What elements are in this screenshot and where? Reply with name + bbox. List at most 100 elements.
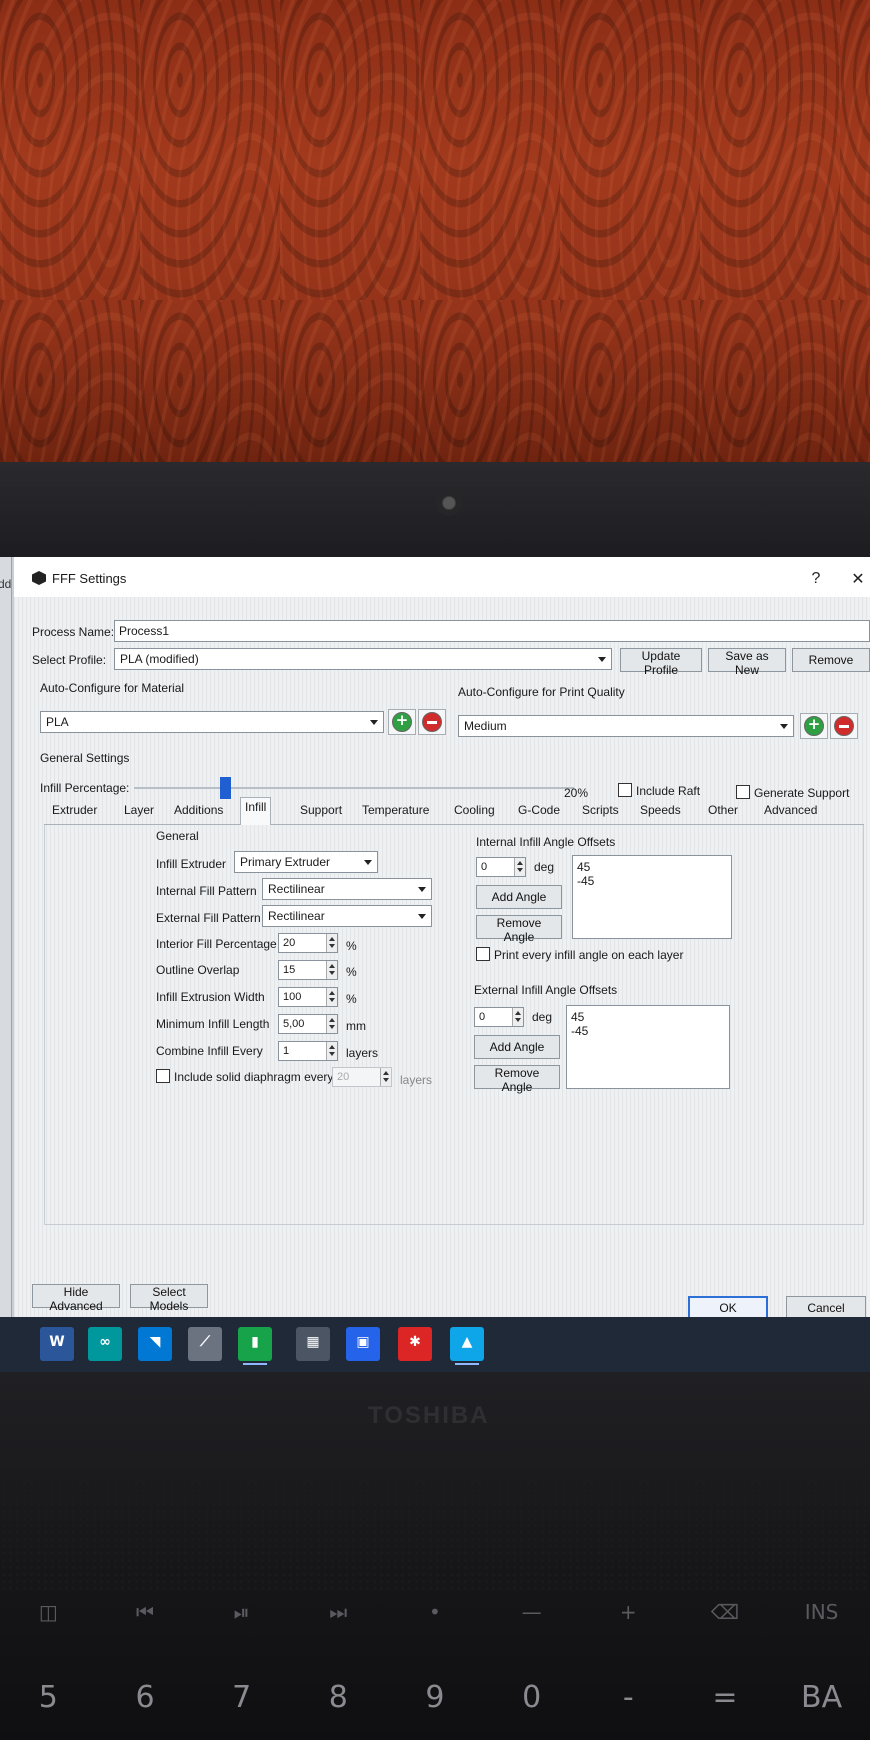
background-wall [0, 0, 870, 462]
material-dropdown[interactable]: PLA [40, 711, 384, 733]
infill-extruder-label: Infill Extruder [156, 857, 227, 871]
tab-speeds[interactable]: Speeds [636, 801, 685, 819]
list-item[interactable]: 45 [571, 1010, 725, 1024]
key: 9 [425, 1680, 445, 1715]
internal-fill-pattern-dropdown[interactable]: Rectilinear [262, 878, 432, 900]
list-item[interactable]: -45 [571, 1024, 725, 1038]
list-item[interactable]: -45 [577, 874, 727, 888]
interior-fill-percentage-spinbox[interactable]: 20 [278, 933, 338, 953]
internal-fill-pattern-selected: Rectilinear [268, 882, 325, 896]
update-profile-button[interactable]: Update Profile [620, 648, 702, 677]
internal-angle-spinbox[interactable]: 0 [476, 857, 526, 877]
remove-quality-button[interactable] [834, 716, 854, 736]
window-icon[interactable]: ▣ [346, 1327, 380, 1361]
help-button[interactable]: ? [802, 567, 830, 591]
combine-infill-every-spinbox[interactable]: 1 [278, 1041, 338, 1061]
minimum-infill-length-spinbox[interactable]: 5,00 [278, 1014, 338, 1034]
add-material-button[interactable] [392, 711, 412, 732]
spin-arrows-icon[interactable] [380, 1068, 391, 1086]
simplify3d-icon[interactable]: ▮ [238, 1327, 272, 1365]
arduino-glyph: ∞ [99, 1334, 111, 1350]
tab-support[interactable]: Support [296, 801, 346, 819]
internal-angle-list[interactable]: 45 -45 [572, 855, 732, 939]
quality-dropdown[interactable]: Medium [458, 715, 794, 737]
remove-material-button[interactable] [422, 712, 442, 732]
number-key-row: 5 6 7 8 9 0 - = BA [0, 1680, 870, 1715]
chevron-down-icon [364, 860, 372, 865]
external-angle-list[interactable]: 45 -45 [566, 1005, 730, 1089]
key: 5 [38, 1680, 58, 1715]
external-fill-pattern-dropdown[interactable]: Rectilinear [262, 905, 432, 927]
tab-advanced[interactable]: Advanced [760, 801, 821, 819]
arduino-icon[interactable]: ∞ [88, 1327, 122, 1361]
include-solid-diaphragm-checkbox[interactable] [156, 1069, 170, 1083]
spin-arrows-icon[interactable] [326, 1015, 337, 1033]
add-quality-button[interactable] [804, 715, 824, 736]
solid-diaphragm-spinbox[interactable]: 20 [332, 1067, 392, 1087]
outline-overlap-label: Outline Overlap [156, 963, 240, 977]
unit-layers: layers [400, 1073, 433, 1087]
vscode-icon[interactable]: ◥ [138, 1327, 172, 1361]
tab-additions[interactable]: Additions [170, 801, 227, 819]
spin-arrows-icon[interactable] [326, 961, 337, 979]
app-icon-8[interactable]: ✱ [398, 1327, 432, 1361]
solid-diaphragm-value: 20 [337, 1071, 350, 1083]
external-angle-spinbox[interactable]: 0 [474, 1007, 524, 1027]
spin-arrows-icon[interactable] [326, 988, 337, 1006]
tab-g-code[interactable]: G-Code [514, 801, 564, 819]
tab-temperature[interactable]: Temperature [358, 801, 433, 819]
profile-dropdown[interactable]: PLA (modified) [114, 648, 612, 670]
infill-extruder-dropdown[interactable]: Primary Extruder [234, 851, 378, 873]
general-settings-heading: General Settings [40, 751, 130, 765]
internal-add-angle-button[interactable]: Add Angle [476, 885, 562, 909]
word-glyph: W [49, 1334, 65, 1350]
calculator-icon[interactable]: ▦ [296, 1327, 330, 1361]
key: — [521, 1600, 542, 1624]
taskbar: W ∞ ◥ ⟋ ▮ ▦ ▣ ✱ ▲ [0, 1317, 870, 1372]
key: ⌫ [710, 1600, 740, 1624]
process-name-input[interactable]: Process1 [114, 620, 870, 642]
external-add-angle-button[interactable]: Add Angle [474, 1035, 560, 1059]
infill-extrusion-width-spinbox[interactable]: 100 [278, 987, 338, 1007]
internal-remove-angle-button[interactable]: Remove Angle [476, 915, 562, 944]
list-item[interactable]: 45 [577, 860, 727, 874]
key: - [622, 1680, 634, 1715]
simplify3d-glyph: ▮ [251, 1334, 259, 1350]
process-name-label: Process Name: [32, 625, 115, 639]
tab-layer[interactable]: Layer [120, 801, 158, 819]
app-logo-icon [32, 571, 46, 585]
spin-arrows-icon[interactable] [326, 1042, 337, 1060]
unit-mm: mm [346, 1019, 366, 1033]
quality-selected: Medium [464, 719, 507, 733]
laptop-brand-logo: TOSHIBA [368, 1402, 490, 1429]
hide-advanced-button[interactable]: Hide Advanced [32, 1284, 120, 1313]
outline-overlap-spinbox[interactable]: 15 [278, 960, 338, 980]
tab-cooling[interactable]: Cooling [450, 801, 499, 819]
photos-icon[interactable]: ▲ [450, 1327, 484, 1365]
spin-arrows-icon[interactable] [512, 1008, 523, 1026]
save-as-new-button[interactable]: Save as New [708, 648, 786, 677]
print-every-angle-checkbox[interactable] [476, 947, 490, 961]
remove-profile-button[interactable]: Remove [792, 648, 870, 672]
select-models-button[interactable]: Select Models [130, 1284, 208, 1313]
tab-extruder[interactable]: Extruder [48, 801, 101, 819]
include-raft-checkbox[interactable] [618, 783, 632, 797]
internal-angle-value: 0 [481, 861, 488, 873]
external-remove-angle-button[interactable]: Remove Angle [474, 1065, 560, 1094]
combine-infill-every-label: Combine Infill Every [156, 1044, 263, 1058]
material-label: Auto-Configure for Material [40, 681, 185, 695]
app-icon-4[interactable]: ⟋ [188, 1327, 222, 1361]
outline-overlap-value: 15 [283, 964, 296, 976]
tab-scripts[interactable]: Scripts [578, 801, 623, 819]
chevron-down-icon [598, 657, 606, 662]
infill-slider-thumb[interactable] [220, 777, 231, 799]
close-button[interactable]: ✕ [844, 567, 870, 591]
tab-infill[interactable]: Infill [240, 797, 272, 825]
spin-arrows-icon[interactable] [514, 858, 525, 876]
tab-other[interactable]: Other [704, 801, 742, 819]
window-title: FFF Settings [52, 571, 127, 586]
add-quality-button-frame [800, 713, 828, 739]
word-icon[interactable]: W [40, 1327, 74, 1361]
spin-arrows-icon[interactable] [326, 934, 337, 952]
unit-deg: deg [534, 860, 555, 874]
